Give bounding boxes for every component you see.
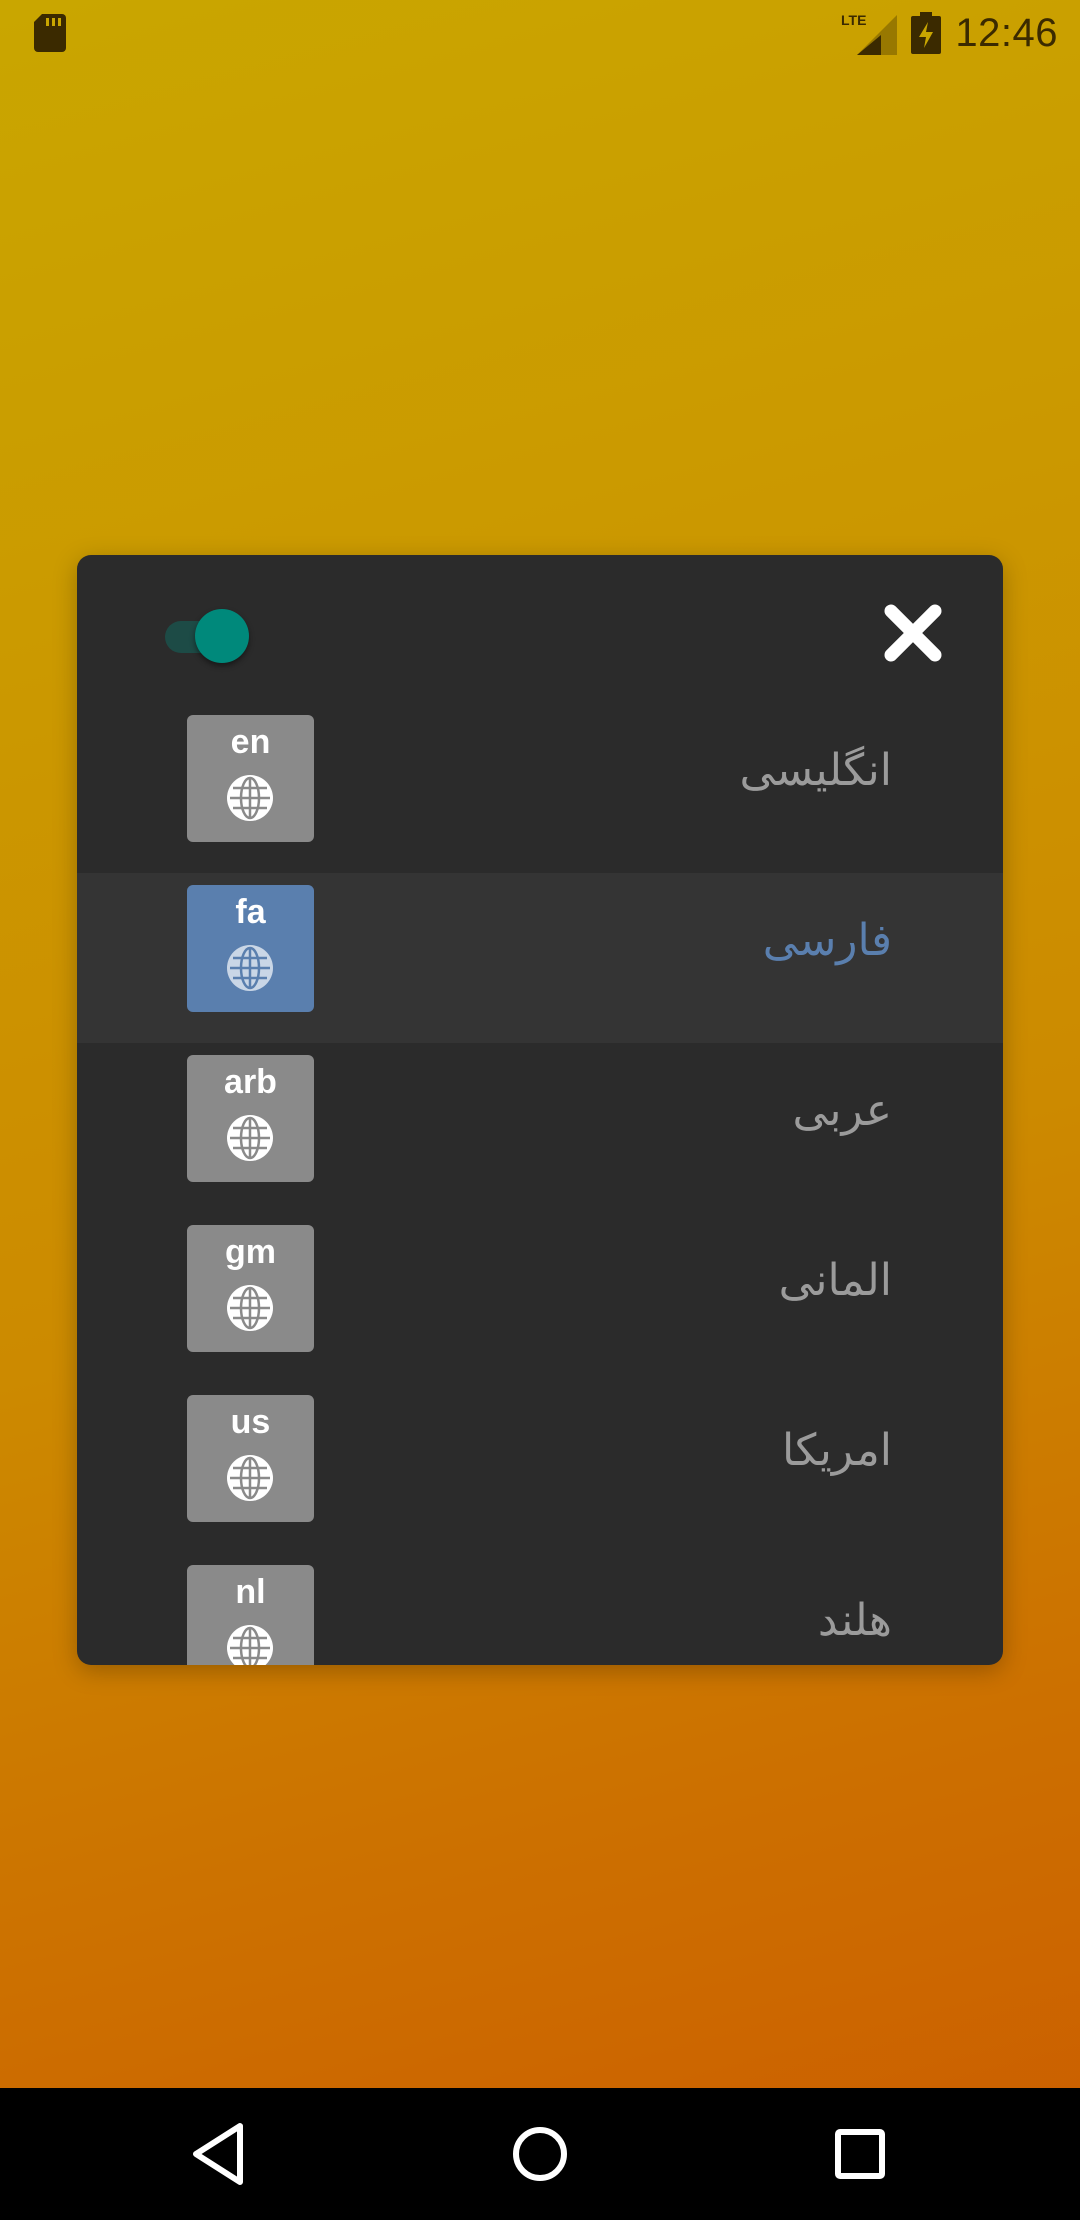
status-bar: LTE 12:46 xyxy=(0,0,1080,66)
battery-charging-icon xyxy=(911,12,942,54)
globe-icon xyxy=(227,1625,273,1665)
globe-icon xyxy=(227,1115,273,1161)
back-icon xyxy=(193,2123,243,2185)
close-button[interactable] xyxy=(881,601,945,665)
language-code: en xyxy=(230,723,271,761)
language-code: us xyxy=(230,1403,271,1441)
home-icon xyxy=(513,2127,567,2181)
toggle-thumb xyxy=(195,609,249,663)
globe-icon xyxy=(227,1285,273,1331)
language-row-en[interactable]: en انگلیسی xyxy=(77,703,1003,873)
dialog-header xyxy=(77,555,1003,703)
language-tile: us xyxy=(187,1395,314,1522)
language-name: عربی xyxy=(792,1085,892,1136)
language-name: انگلیسی xyxy=(739,745,892,796)
navigation-bar xyxy=(0,2088,1080,2220)
language-name: فارسی xyxy=(762,915,892,966)
language-tile: fa xyxy=(187,885,314,1012)
language-list: en انگلیسی fa فارسی arb عربی gm المانی u… xyxy=(77,703,1003,1665)
language-code: arb xyxy=(224,1063,277,1101)
language-code: gm xyxy=(225,1233,276,1271)
language-name: هلند xyxy=(817,1595,892,1646)
close-icon xyxy=(884,604,942,662)
language-name: امریکا xyxy=(781,1425,892,1476)
globe-icon xyxy=(227,1455,273,1501)
network-label: LTE xyxy=(841,12,866,28)
language-code: fa xyxy=(235,893,266,931)
home-button[interactable] xyxy=(498,2112,582,2196)
language-dialog: en انگلیسی fa فارسی arb عربی gm المانی u… xyxy=(77,555,1003,1665)
language-row-nl[interactable]: nl هلند xyxy=(77,1553,1003,1665)
language-name: المانی xyxy=(778,1255,892,1306)
language-row-fa[interactable]: fa فارسی xyxy=(77,873,1003,1043)
language-tile: nl xyxy=(187,1565,314,1665)
language-row-arb[interactable]: arb عربی xyxy=(77,1043,1003,1213)
recents-icon xyxy=(835,2129,885,2179)
globe-icon xyxy=(227,775,273,821)
lte-signal-icon: LTE xyxy=(841,12,898,55)
language-tile: gm xyxy=(187,1225,314,1352)
toggle-switch[interactable] xyxy=(161,607,251,663)
globe-icon xyxy=(227,945,273,991)
language-row-gm[interactable]: gm المانی xyxy=(77,1213,1003,1383)
language-tile: arb xyxy=(187,1055,314,1182)
language-tile: en xyxy=(187,715,314,842)
sd-card-icon xyxy=(34,14,66,52)
language-code: nl xyxy=(235,1573,266,1611)
back-button[interactable] xyxy=(178,2112,262,2196)
status-clock: 12:46 xyxy=(955,10,1058,55)
language-row-us[interactable]: us امریکا xyxy=(77,1383,1003,1553)
recents-button[interactable] xyxy=(818,2112,902,2196)
